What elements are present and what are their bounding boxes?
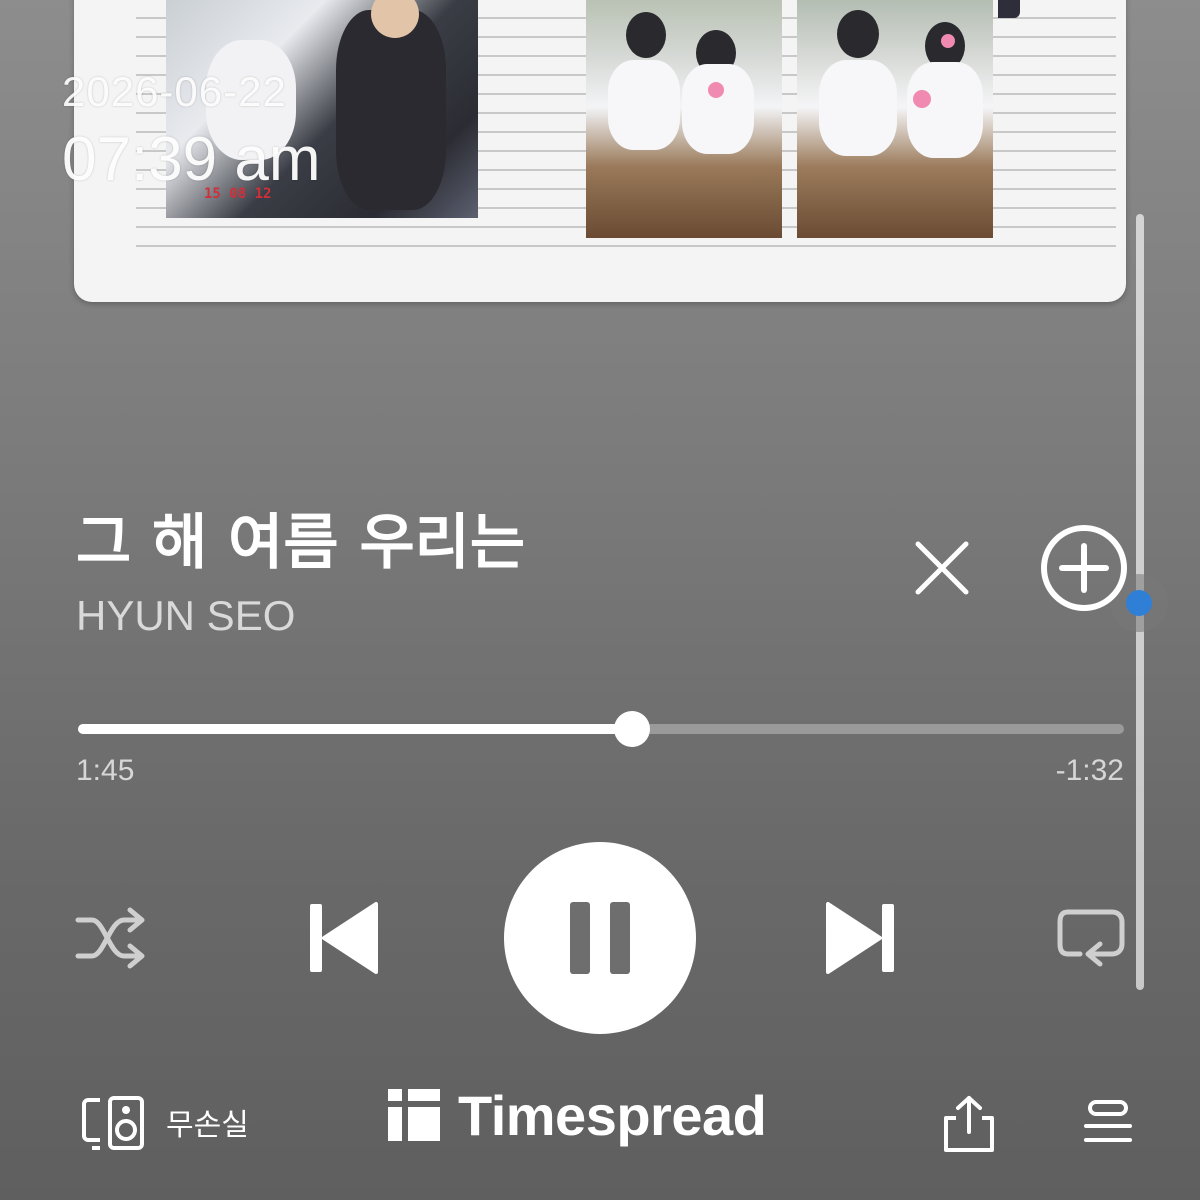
shuffle-button[interactable] — [74, 904, 148, 972]
close-button[interactable] — [906, 532, 978, 604]
share-button[interactable] — [940, 1094, 998, 1154]
progress-fill — [78, 724, 633, 734]
close-icon — [915, 541, 969, 595]
brand-name: Timespread — [458, 1083, 767, 1147]
progress-bar[interactable] — [78, 711, 1124, 747]
timestamp-date: 2026-06-22 — [62, 68, 287, 115]
device-label: 무손실 — [166, 1108, 249, 1143]
add-circle-icon — [1041, 525, 1127, 611]
track-artist[interactable]: HYUN SEO — [76, 592, 295, 640]
next-track-button[interactable] — [822, 896, 898, 980]
brand-icon — [388, 1089, 440, 1141]
elapsed-time: 1:45 — [76, 754, 135, 787]
skip-next-icon — [826, 902, 894, 974]
queue-button[interactable] — [1082, 1100, 1134, 1150]
queue-icon — [1084, 1100, 1132, 1142]
repeat-icon — [1057, 909, 1125, 967]
repeat-button[interactable] — [1054, 904, 1128, 972]
album-photo-2 — [586, 0, 782, 238]
pause-icon — [570, 902, 630, 974]
remaining-time: -1:32 — [1055, 754, 1124, 787]
brand-logo: Timespread — [388, 1082, 767, 1148]
album-photo-3 — [797, 0, 993, 238]
timestamp-time: 07:39 am — [62, 125, 321, 194]
share-icon — [944, 1096, 994, 1152]
pause-button[interactable] — [504, 842, 696, 1034]
skip-previous-icon — [310, 902, 378, 974]
shuffle-icon — [75, 907, 145, 969]
track-title: 그 해 여름 우리는 — [76, 508, 526, 578]
speaker-device-icon — [82, 1096, 144, 1150]
album-photo-edge — [998, 0, 1020, 18]
output-device-button[interactable] — [82, 1096, 148, 1150]
previous-track-button[interactable] — [306, 896, 382, 980]
add-to-library-button[interactable] — [1038, 522, 1130, 614]
progress-handle[interactable] — [614, 711, 651, 747]
